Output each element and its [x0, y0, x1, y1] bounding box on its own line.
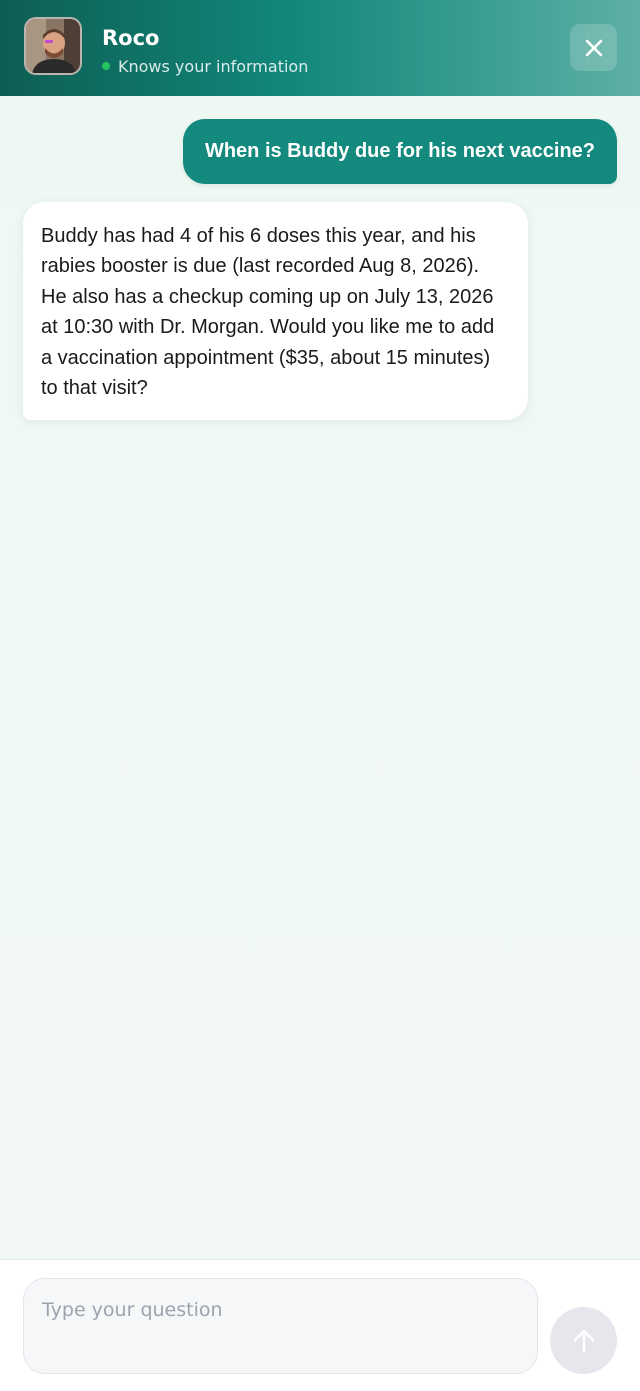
avatar-photo — [26, 19, 80, 73]
assistant-name: Roco — [102, 26, 160, 50]
question-input[interactable] — [24, 1279, 537, 1373]
composer-bar — [0, 1259, 640, 1391]
user-message: When is Buddy due for his next vaccine? — [183, 119, 617, 184]
send-button[interactable] — [550, 1307, 617, 1374]
close-button[interactable] — [570, 24, 617, 71]
chat-header: Roco Knows your information — [0, 0, 640, 96]
assistant-message: Buddy has had 4 of his 6 doses this year… — [23, 202, 528, 420]
status-text: Knows your information — [118, 56, 309, 76]
online-status-dot — [102, 62, 110, 70]
assistant-status: Knows your information — [102, 55, 308, 77]
assistant-avatar — [24, 17, 82, 75]
question-input-container — [23, 1278, 538, 1374]
arrow-up-icon — [573, 1329, 594, 1352]
close-icon — [585, 39, 602, 56]
